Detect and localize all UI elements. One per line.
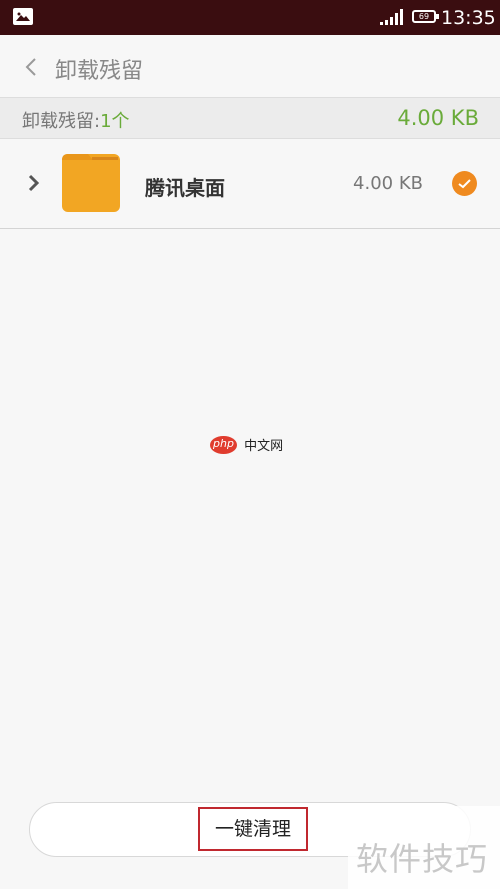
status-bar: 69 13:35 (0, 0, 500, 35)
folder-icon (62, 154, 120, 212)
summary-bar: 卸载残留:1个 4.00 KB (0, 97, 500, 139)
watermark-php: php 中文网 (210, 434, 283, 454)
item-name: 腾讯桌面 (145, 176, 225, 200)
watermark-corner: 软件技巧 (348, 806, 500, 889)
summary-label-text: 卸载残留: (22, 111, 101, 132)
summary-total-size: 4.00 KB (397, 106, 479, 130)
battery-icon: 69 (412, 10, 439, 23)
checkbox-checked-icon[interactable] (452, 171, 477, 196)
summary-label: 卸载残留:1个 (22, 107, 130, 133)
item-size: 4.00 KB (353, 173, 423, 194)
gallery-icon (13, 8, 33, 25)
summary-count: 1个 (100, 111, 130, 132)
watermark-corner-text: 软件技巧 (356, 840, 489, 878)
signal-icon (380, 9, 403, 25)
list-item[interactable]: 腾讯桌面 4.00 KB (0, 139, 500, 229)
app-header: 卸载残留 (0, 35, 500, 97)
watermark-text: 中文网 (244, 439, 284, 454)
php-logo-icon: php (210, 435, 237, 454)
page-title: 卸载残留 (55, 59, 144, 84)
chevron-right-icon[interactable] (27, 173, 41, 193)
clean-all-label: 一键清理 (198, 807, 308, 851)
chevron-left-icon[interactable] (20, 55, 44, 79)
clock: 13:35 (441, 7, 496, 29)
php-logo-text: php (213, 436, 234, 450)
